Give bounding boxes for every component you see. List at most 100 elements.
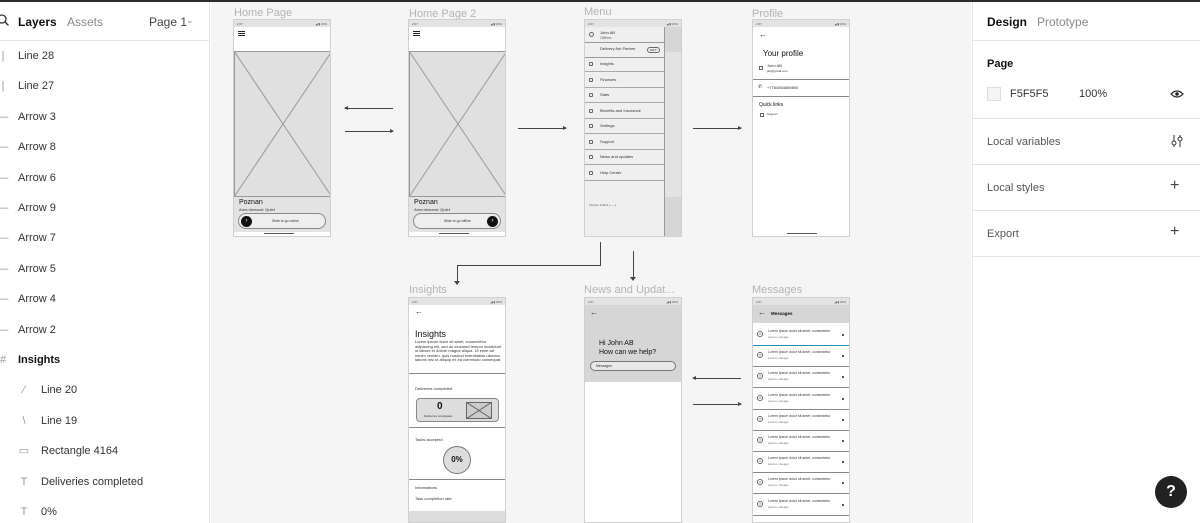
tab-assets[interactable]: Assets <box>67 15 103 29</box>
layer-row[interactable]: — Arrow 8 <box>0 132 209 162</box>
design-panel-tabs: Design Prototype <box>973 2 1200 41</box>
page-color-swatch[interactable] <box>987 87 1001 101</box>
list-item[interactable]: × Lorem ipsum dolor sit amet, consectetur… <box>753 367 849 389</box>
page-color-value[interactable]: F5F5F5 <box>1010 88 1049 100</box>
menu-item[interactable]: Finances <box>600 77 616 82</box>
list-item[interactable]: × Lorem ipsum dolor sit amet, consectetur… <box>753 452 849 474</box>
menu-item[interactable]: Settings <box>600 123 614 128</box>
frame-menu[interactable]: 2:07 ◢ ▮ 29% John AB Offline Delivery Ant… <box>584 19 682 237</box>
layers-panel: Layers Assets Page 1 ⌄ | Line 28 | Line 27 —… <box>0 2 210 523</box>
arrow-menu-to-profile[interactable] <box>693 126 742 130</box>
layer-row[interactable]: — Arrow 9 <box>0 193 209 223</box>
hamburger-icon[interactable] <box>238 31 245 36</box>
profile-email: jab@gmail.com <box>767 69 788 73</box>
layer-row[interactable]: ▭ Rectangle 4164 <box>0 436 209 466</box>
rectangle-icon: ▭ <box>18 445 30 458</box>
page-opacity-value[interactable]: 100% <box>1079 88 1107 100</box>
city-name: Poznan <box>239 199 263 206</box>
list-item[interactable]: × Lorem ipsum dolor sit amet, consectetur… <box>753 473 849 495</box>
frame-home-page[interactable]: 2:07 ◢ ▮ 29% Poznan Area demand: Quiet › … <box>233 19 331 237</box>
menu-edit-badge[interactable]: EDIT <box>647 47 660 53</box>
message-meta: Lorem • 2a ago <box>768 462 789 467</box>
list-item[interactable]: × Lorem ipsum dolor sit amet, consectetur… <box>753 495 849 516</box>
message-meta: Lorem • 2a ago <box>768 335 789 339</box>
layer-row[interactable]: — Arrow 6 <box>0 163 209 193</box>
messages-search-input[interactable]: Messages <box>590 361 676 371</box>
layer-row[interactable]: | Line 28 <box>0 41 209 71</box>
back-arrow-icon[interactable]: ← <box>759 30 767 39</box>
layer-row[interactable]: \ Line 19 <box>0 406 209 436</box>
arrow-news-to-messages[interactable] <box>693 402 742 406</box>
menu-item-icon <box>589 139 593 144</box>
menu-item[interactable]: Stats <box>600 92 609 97</box>
go-offline-slider[interactable]: ‹ Slide to go offline <box>413 213 501 229</box>
status-bar: 2:07 ◢ ▮ 29% <box>753 20 849 27</box>
chevron-down-icon[interactable]: ⌄ <box>186 15 194 26</box>
frame-label-insights[interactable]: Insights <box>409 284 447 296</box>
back-arrow-icon[interactable]: ← <box>758 308 766 317</box>
list-item[interactable]: × Lorem ipsum dolor sit amet, consectetur… <box>753 410 849 431</box>
back-arrow-icon[interactable]: ← <box>415 307 423 316</box>
page-selector[interactable]: Page 1 <box>149 15 187 29</box>
menu-item[interactable]: Insights <box>600 61 614 66</box>
arrow-home2-to-home[interactable] <box>344 106 393 110</box>
figma-app: Layers Assets Page 1 ⌄ | Line 28 | Line 27 —… <box>0 0 1200 523</box>
line-28[interactable] <box>600 242 601 266</box>
frame-messages[interactable]: 2:07 ◢ ▮ 29% ← Messages × Lorem ipsum dolo… <box>752 297 850 523</box>
list-item[interactable]: × Lorem ipsum dolor sit amet, consectetur… <box>753 431 849 452</box>
close-icon: × <box>757 373 763 380</box>
layer-row[interactable]: # Insights <box>0 345 209 375</box>
frame-profile[interactable]: 2:07 ◢ ▮ 29% ← Your profile John AB jab@g… <box>752 19 850 237</box>
variables-icon[interactable] <box>1170 134 1184 148</box>
frame-insights[interactable]: 2:07 ◢ ▮ 29% ← Insights Lorem ipsum dolor… <box>408 297 506 523</box>
arrow-to-news[interactable] <box>633 251 634 279</box>
frame-label-news[interactable]: News and Updat... <box>584 284 675 296</box>
design-canvas[interactable]: Home Page Home Page 2 Menu Profile Insig… <box>211 2 971 523</box>
help-button[interactable]: ? <box>1155 476 1187 508</box>
arrow-right-icon[interactable]: › <box>241 216 252 227</box>
arrow-home-to-home2[interactable] <box>345 129 394 133</box>
frame-label-home[interactable]: Home Page <box>234 7 292 19</box>
layer-row[interactable]: — Arrow 2 <box>0 315 209 345</box>
hamburger-icon[interactable] <box>413 31 420 36</box>
layer-row[interactable]: — Arrow 4 <box>0 284 209 314</box>
frame-home-page-2[interactable]: 2:07 ◢ ▮ 29% Poznan Area demand: Quiet ‹ … <box>408 19 506 237</box>
search-icon[interactable] <box>0 13 10 27</box>
eye-icon[interactable] <box>1170 89 1184 99</box>
line-27[interactable] <box>457 265 601 266</box>
list-item[interactable]: × Lorem ipsum dolor sit amet, consectetur… <box>753 346 849 368</box>
deliveries-caption: Deliveries completed <box>424 414 452 418</box>
message-meta: Lorem • 2a ago <box>768 377 789 382</box>
tab-layers[interactable]: Layers <box>18 15 57 29</box>
arrow-messages-to-news[interactable] <box>692 376 741 380</box>
back-arrow-icon[interactable]: ← <box>590 308 598 317</box>
deliveries-value: 0 <box>437 401 443 412</box>
frame-label-menu[interactable]: Menu <box>584 6 612 18</box>
list-item[interactable]: × Lorem ipsum dolor sit amet, consectetur… <box>753 389 849 410</box>
quick-link-support[interactable]: Support <box>767 112 778 116</box>
menu-item[interactable]: News and updates <box>600 154 633 159</box>
arrow-left-icon[interactable]: ‹ <box>487 216 498 227</box>
layer-row[interactable]: T 0% <box>0 497 209 523</box>
layer-row[interactable]: — Arrow 7 <box>0 223 209 253</box>
menu-item[interactable]: Benefits and Insurance <box>600 108 641 113</box>
layer-row[interactable]: — Arrow 3 <box>0 102 209 132</box>
frame-news-updates[interactable]: 2:07 ◢ ▮ 29% ← Hi John AB How can we help… <box>584 297 682 523</box>
layer-row[interactable]: T Deliveries completed <box>0 467 209 497</box>
add-export-plus-icon[interactable]: + <box>1170 223 1179 241</box>
home-indicator <box>439 233 469 234</box>
layer-row[interactable]: ⁄ Line 20 <box>0 375 209 405</box>
layer-row[interactable]: — Arrow 5 <box>0 254 209 284</box>
close-icon: × <box>757 479 763 486</box>
layers-panel-tabs: Layers Assets Page 1 ⌄ <box>0 2 209 41</box>
frame-label-messages[interactable]: Messages <box>752 284 802 296</box>
menu-item[interactable]: Support <box>600 139 614 144</box>
arrow-home2-to-menu[interactable] <box>518 126 567 130</box>
tab-prototype[interactable]: Prototype <box>1037 15 1088 29</box>
add-style-plus-icon[interactable]: + <box>1170 177 1179 195</box>
layer-row[interactable]: | Line 27 <box>0 71 209 101</box>
list-item[interactable]: × Lorem ipsum dolor sit amet, consectetur… <box>753 325 849 346</box>
menu-item[interactable]: Help Center <box>600 170 621 175</box>
go-online-slider[interactable]: › Slide to go online <box>238 213 326 229</box>
tab-design[interactable]: Design <box>987 15 1027 29</box>
